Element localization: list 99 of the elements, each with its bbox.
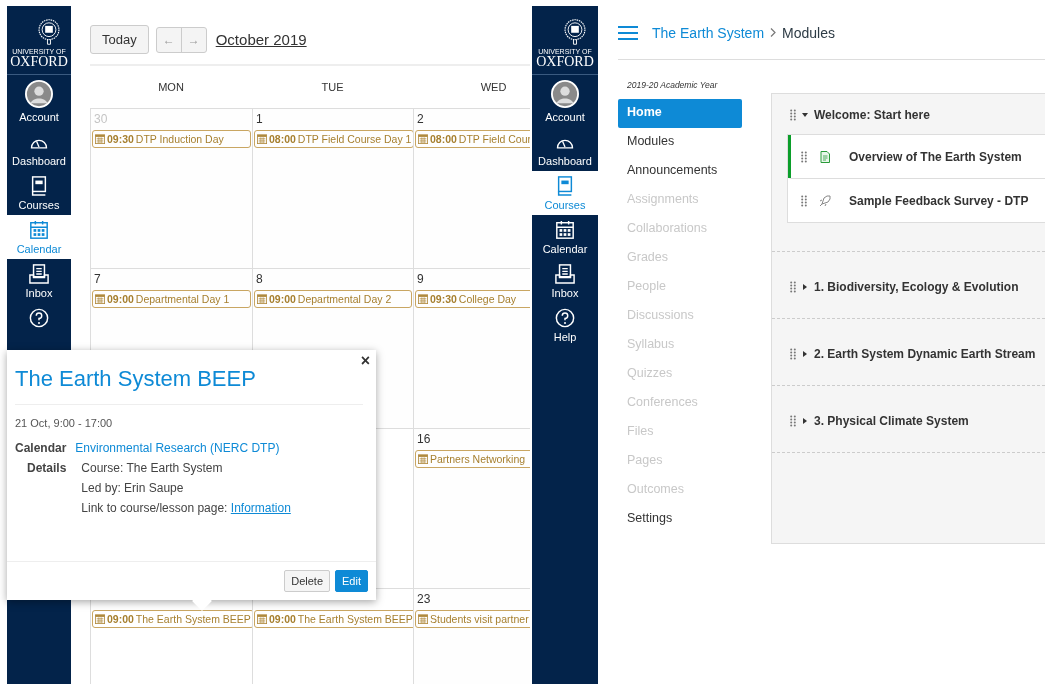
event-title: The Earth System BEEP [15, 366, 363, 405]
chevron-icon [770, 28, 777, 37]
calendar-event[interactable]: Partners Networking [415, 450, 530, 468]
calendar-event[interactable]: 09:00 Departmental Day 1 [92, 290, 251, 308]
caret-right-icon[interactable] [802, 284, 808, 290]
day-number: 23 [416, 592, 432, 608]
nav-item[interactable]: Dashboard [7, 127, 71, 171]
calendar-link[interactable]: Environmental Research (NERC DTP) [75, 441, 368, 455]
information-link[interactable]: Information [230, 501, 291, 515]
module-title[interactable]: 2. Earth System Dynamic Earth Stream [814, 347, 1036, 361]
day-cell[interactable]: 30 09:30 DTP Induction Day [91, 109, 253, 269]
nav-item[interactable]: Inbox [7, 259, 71, 303]
day-number: 1 [255, 112, 264, 128]
drag-handle-icon[interactable] [790, 415, 796, 427]
calendar-event[interactable]: 09:00 The Earth System BEEP [92, 610, 252, 628]
calendar-event[interactable]: 09:00 The Earth System BEEP [254, 610, 413, 628]
crest-icon [37, 19, 61, 45]
day-number: 8 [255, 272, 264, 288]
calendar-event[interactable]: 09:00 Departmental Day 2 [254, 290, 412, 308]
month-title[interactable]: October 2019 [215, 31, 307, 48]
nav-item[interactable]: Courses [532, 171, 598, 215]
edit-button[interactable]: Edit [335, 570, 368, 592]
day-number: 30 [93, 112, 109, 128]
help-icon [555, 308, 575, 328]
calendar-event[interactable]: 09:30 DTP Induction Day [92, 130, 251, 148]
drag-handle-icon[interactable] [790, 348, 796, 360]
inbox-icon [29, 264, 49, 284]
inbox-icon [555, 264, 575, 284]
calendar-icon [418, 454, 428, 464]
weekday-header: MON [157, 81, 185, 93]
drag-handle-icon[interactable] [790, 109, 796, 121]
calendar-icon [29, 220, 49, 240]
day-number: 7 [93, 272, 102, 288]
calendar-icon [95, 294, 105, 304]
help-icon [29, 308, 49, 328]
day-cell[interactable]: 1 08:00 DTP Field Course Day 1 [253, 109, 414, 269]
calendar-event[interactable]: 08:00 DTP Field Cour [415, 130, 530, 148]
module-title[interactable]: 3. Physical Climate System [814, 414, 969, 428]
menu-icon[interactable] [618, 24, 638, 41]
breadcrumb-current: Modules [782, 24, 835, 41]
course-nav-item[interactable]: Settings [618, 505, 742, 534]
document-icon [819, 150, 831, 163]
calendar-label: Calendar [15, 441, 67, 455]
calendar-icon [257, 614, 267, 624]
module-title[interactable]: Welcome: Start here [814, 108, 930, 122]
previous-button[interactable]: ← [156, 27, 181, 52]
calendar-icon [418, 294, 428, 304]
nav-item[interactable]: Calendar [532, 215, 598, 259]
calendar-event[interactable]: Students visit partner [415, 610, 530, 628]
course-nav-item[interactable]: Announcements [618, 157, 742, 186]
nav-item[interactable]: Courses [7, 171, 71, 215]
calendar-icon [418, 614, 428, 624]
crest-icon [563, 19, 587, 45]
calendar-icon [418, 134, 428, 144]
nav-item[interactable]: Calendar [7, 215, 71, 259]
course-nav-item[interactable]: Modules [618, 128, 742, 157]
nav-item[interactable]: Inbox [532, 259, 598, 303]
calendar-icon [257, 294, 267, 304]
drag-handle-icon[interactable] [790, 281, 796, 293]
caret-down-icon[interactable] [802, 112, 808, 118]
details-label: Details [26, 461, 67, 477]
module-item[interactable]: Sample Feedback Survey - DTP [788, 178, 1045, 222]
weekday-header: TUE [320, 81, 345, 93]
day-number: 2 [416, 112, 425, 128]
breadcrumb-link[interactable]: The Earth System [652, 24, 765, 41]
weekday-header: WED [479, 81, 508, 93]
nav-item[interactable]: Account [7, 75, 71, 127]
detail-line: Link to course/lesson page: Information [81, 501, 292, 515]
day-number: 16 [416, 432, 432, 448]
avatar-icon [551, 80, 579, 108]
detail-line: Course: The Earth System [81, 461, 224, 475]
calendar-icon [257, 134, 267, 144]
nav-item[interactable]: Account [532, 75, 598, 127]
calendar-icon [555, 220, 575, 240]
close-button[interactable]: × [360, 352, 370, 370]
day-cell[interactable]: 09:00 The Earth System BEEP [253, 589, 414, 684]
caret-right-icon[interactable] [802, 351, 808, 357]
course-nav-item[interactable]: Home [618, 99, 742, 128]
calendar-icon [95, 134, 105, 144]
calendar-icon [95, 614, 105, 624]
drag-handle-icon[interactable] [801, 150, 807, 163]
module-title[interactable]: 1. Biodiversity, Ecology & Evolution [814, 280, 1019, 294]
avatar-icon [25, 80, 53, 108]
nav-item[interactable]: Dashboard [532, 127, 598, 171]
nav-item[interactable]: Help [532, 303, 598, 347]
term-label: 2019-20 Academic Year [627, 80, 719, 90]
detail-line: Led by: Erin Saupe [81, 481, 185, 495]
next-button[interactable]: → [180, 27, 206, 52]
drag-handle-icon[interactable] [801, 194, 807, 207]
book-icon [29, 176, 49, 196]
rocket-icon [819, 194, 831, 207]
day-number: 9 [416, 272, 425, 288]
module-item[interactable]: Overview of The Earth System [788, 135, 1045, 178]
calendar-event[interactable]: 09:30 College Day [415, 290, 530, 308]
book-icon [555, 176, 575, 196]
today-button[interactable]: Today [90, 25, 149, 54]
delete-button[interactable]: Delete [284, 570, 331, 592]
caret-right-icon[interactable] [802, 418, 808, 424]
calendar-event[interactable]: 08:00 DTP Field Course Day 1 [254, 130, 413, 148]
